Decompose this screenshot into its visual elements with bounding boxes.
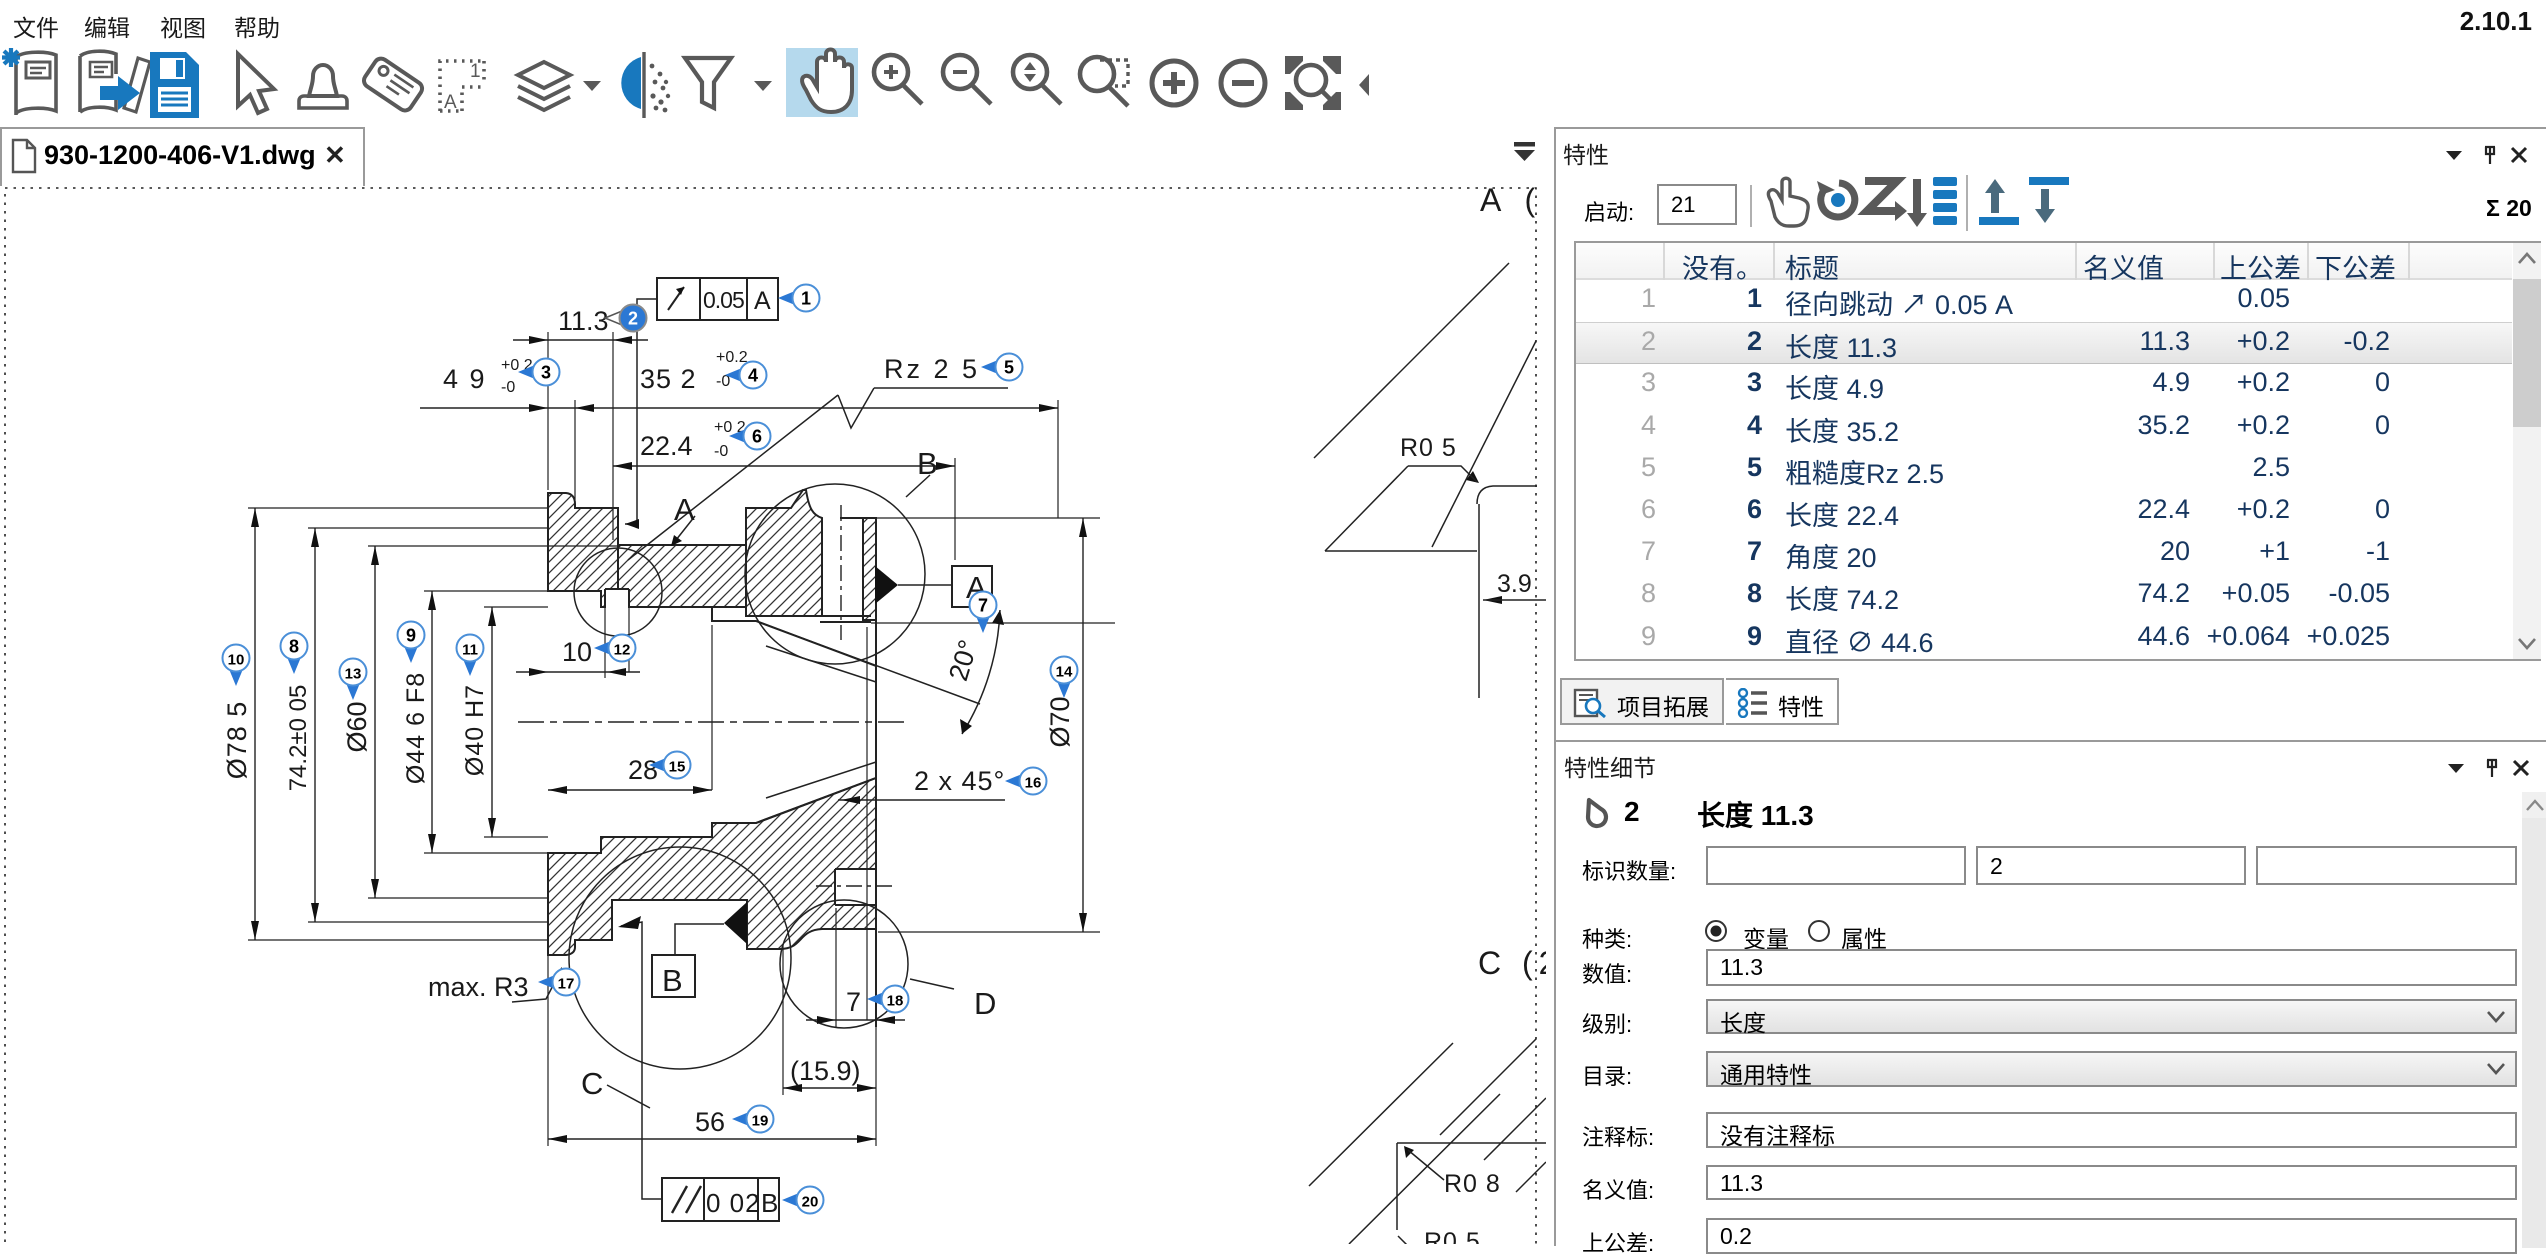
svg-text:4: 4 — [748, 366, 758, 386]
svg-text:5: 5 — [1004, 358, 1014, 378]
svg-text:Ø78 5: Ø78 5 — [222, 701, 252, 780]
svg-text:11: 11 — [462, 642, 478, 659]
svg-text:13: 13 — [345, 666, 362, 683]
svg-text:R0 5: R0 5 — [1400, 434, 1457, 462]
svg-text:3.9: 3.9 — [1497, 570, 1532, 598]
svg-text:11.3: 11.3 — [558, 306, 609, 336]
svg-text:B: B — [662, 963, 683, 998]
svg-text:10: 10 — [228, 652, 245, 669]
svg-text:28: 28 — [628, 755, 658, 785]
svg-text:0.05: 0.05 — [703, 287, 744, 313]
svg-text:-0: -0 — [714, 443, 728, 460]
svg-text:10: 10 — [562, 637, 592, 667]
svg-text:20°: 20° — [943, 636, 984, 684]
svg-text:R0 5: R0 5 — [1424, 1228, 1481, 1244]
svg-text:35 2: 35 2 — [640, 364, 697, 394]
svg-text:Ø44 6 F8: Ø44 6 F8 — [402, 672, 430, 784]
svg-text:Ø70: Ø70 — [1045, 696, 1075, 747]
svg-text:8: 8 — [289, 637, 299, 657]
svg-text:Ø40 H7: Ø40 H7 — [461, 684, 489, 776]
svg-text:9: 9 — [406, 626, 416, 646]
svg-text:B: B — [917, 446, 938, 481]
svg-text:14: 14 — [1056, 664, 1073, 681]
svg-text:1: 1 — [470, 61, 481, 82]
svg-text:22.4: 22.4 — [640, 431, 693, 461]
svg-text:7: 7 — [978, 596, 988, 616]
svg-text:C: C — [581, 1066, 603, 1101]
svg-text:7: 7 — [846, 987, 861, 1017]
svg-text:2 x 45°: 2 x 45° — [914, 766, 1005, 796]
svg-text:R0 8: R0 8 — [1444, 1170, 1501, 1198]
svg-text:15: 15 — [669, 759, 686, 776]
svg-text:16: 16 — [1025, 775, 1042, 792]
svg-text:4 9: 4 9 — [443, 364, 487, 394]
svg-text:12: 12 — [614, 642, 631, 659]
svg-text:2: 2 — [628, 309, 638, 329]
svg-text:Ø60: Ø60 — [342, 701, 372, 752]
svg-text:B: B — [761, 1188, 778, 1218]
svg-text:19: 19 — [752, 1113, 769, 1130]
svg-text:max. R3: max. R3 — [428, 972, 529, 1002]
svg-text:0 02: 0 02 — [706, 1188, 761, 1218]
svg-text:1: 1 — [801, 289, 811, 309]
svg-text:C (2: C (2 — [1478, 945, 1546, 981]
svg-text:A: A — [444, 92, 457, 113]
svg-text:74.2±0 05: 74.2±0 05 — [285, 685, 312, 792]
svg-text:A (: A ( — [1480, 186, 1543, 218]
svg-text:(15.9): (15.9) — [790, 1056, 861, 1086]
svg-text:17: 17 — [558, 976, 575, 993]
svg-text:3: 3 — [541, 363, 551, 383]
svg-text:56: 56 — [695, 1107, 725, 1137]
svg-text:D: D — [974, 986, 996, 1021]
svg-text:+0.2: +0.2 — [716, 349, 748, 366]
svg-text:-0: -0 — [501, 379, 515, 396]
svg-text:A: A — [674, 492, 695, 527]
svg-text:A: A — [754, 287, 771, 315]
svg-text:6: 6 — [752, 427, 762, 447]
svg-text:18: 18 — [887, 993, 904, 1010]
svg-text:Rz 2 5: Rz 2 5 — [884, 354, 980, 384]
svg-text:20: 20 — [802, 1194, 819, 1211]
